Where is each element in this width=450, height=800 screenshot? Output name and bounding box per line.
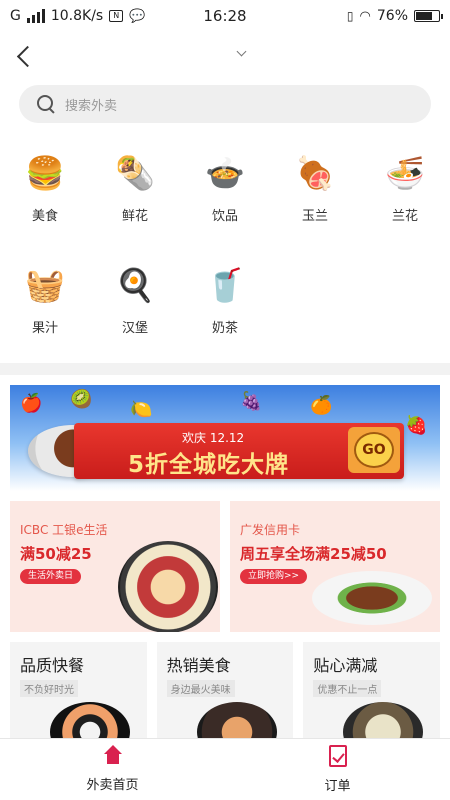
tab-label: 订单 [324, 779, 351, 794]
wifi-icon: ◠ [359, 8, 371, 24]
category-item[interactable]: 🧺 果汁 [0, 263, 90, 361]
steak-image [312, 571, 432, 625]
go-label: GO [354, 432, 394, 468]
category-item[interactable]: 🍳 汉堡 [90, 263, 180, 361]
feature-title: 热销美食 [166, 656, 231, 675]
promo-banner[interactable]: 🍎 🥝 🍋 🍇 🍊 🍓 欢庆 12.12 5折全城吃大牌 GO [10, 385, 440, 491]
banner-title: 5折全城吃大牌 [128, 452, 290, 478]
hotpot-icon: 🍲 [205, 154, 245, 192]
burger-icon: 🍔 [25, 154, 65, 192]
banner-subtitle: 欢庆 12.12 [182, 431, 245, 445]
category-label: 美食 [31, 209, 58, 224]
promo-button[interactable]: 立即抢购>> [240, 569, 308, 584]
tab-label: 外卖首页 [86, 778, 139, 793]
fruit-basket-icon: 🧺 [25, 266, 65, 304]
feature-subtitle: 不负好时光 [20, 680, 78, 697]
feature-card[interactable]: 贴心满减 优惠不止一点 [303, 642, 441, 752]
network-speed: 10.8K/s [50, 8, 104, 24]
carrier-label: G [10, 8, 21, 24]
search-bar[interactable]: 搜索外卖 [19, 85, 431, 123]
fruit-decoration-icon: 🍎 [20, 393, 43, 414]
promo-button[interactable]: 生活外卖日 [20, 569, 82, 584]
feature-card[interactable]: 热销美食 身边最火美味 [156, 642, 294, 752]
battery-percent: 76% [376, 8, 408, 24]
vibrate-icon: ▯ [346, 9, 354, 23]
fruit-decoration-icon: 🥝 [70, 389, 93, 410]
category-label: 汉堡 [121, 321, 148, 336]
section-divider [0, 363, 450, 375]
category-label: 兰花 [391, 209, 418, 224]
fruit-decoration-icon: 🍇 [240, 391, 263, 412]
back-icon[interactable] [14, 46, 36, 68]
status-bar: G 10.8K/s N 💬 16:28 ▯ ◠ 76% [0, 0, 450, 32]
category-item[interactable]: 🍲 饮品 [180, 151, 270, 249]
search-placeholder: 搜索外卖 [65, 98, 118, 114]
tab-home[interactable]: 外卖首页 [0, 739, 225, 800]
tab-orders[interactable]: 订单 [225, 739, 450, 800]
category-label: 奶茶 [211, 321, 238, 336]
promo-offer: 满50减25 [20, 545, 92, 563]
battery-icon [414, 10, 443, 22]
feature-subtitle: 身边最火美味 [166, 680, 235, 697]
meat-icon: 🍖 [295, 154, 335, 192]
category-label: 果汁 [31, 321, 58, 336]
home-icon [102, 745, 124, 766]
feature-cards: 品质快餐 不负好时光 热销美食 身边最火美味 贴心满减 优惠不止一点 [10, 642, 441, 752]
category-label: 饮品 [211, 209, 238, 224]
promo-card-cgb[interactable]: 广发信用卡 周五享全场满25减50 立即抢购>> [230, 501, 440, 632]
chat-icon: 💬 [129, 8, 146, 24]
category-item[interactable]: 🍜 兰花 [360, 151, 450, 249]
wrap-icon: 🌯 [115, 154, 155, 192]
go-button[interactable]: GO [348, 427, 400, 473]
promo-brand: ICBC 工银e生活 [20, 523, 108, 537]
promo-cards: ICBC 工银e生活 满50减25 生活外卖日 广发信用卡 周五享全场满25减5… [10, 501, 440, 632]
platter-image [118, 541, 218, 632]
category-label: 鲜花 [121, 209, 148, 224]
fruit-decoration-icon: 🍋 [130, 399, 153, 420]
feature-title: 贴心满减 [313, 656, 378, 675]
chevron-down-icon[interactable] [236, 48, 248, 60]
order-icon [328, 745, 347, 767]
header [0, 32, 450, 82]
promo-offer: 周五享全场满25减50 [240, 545, 387, 563]
category-item[interactable]: 🍖 玉兰 [270, 151, 360, 249]
promo-brand: 广发信用卡 [240, 523, 301, 537]
promo-card-icbc[interactable]: ICBC 工银e生活 满50减25 生活外卖日 [10, 501, 220, 632]
category-label: 玉兰 [301, 209, 328, 224]
feature-subtitle: 优惠不止一点 [313, 680, 382, 697]
signal-icon [26, 9, 45, 23]
fruit-decoration-icon: 🍊 [310, 395, 333, 416]
feature-card[interactable]: 品质快餐 不负好时光 [10, 642, 147, 752]
search-icon [37, 95, 55, 113]
notification-icon: N [109, 10, 124, 22]
category-item[interactable]: 🍔 美食 [0, 151, 90, 249]
milkshake-icon: 🥤 [205, 266, 245, 304]
category-item[interactable]: 🥤 奶茶 [180, 263, 270, 361]
category-item[interactable]: 🌯 鲜花 [90, 151, 180, 249]
tab-bar: 外卖首页 订单 [0, 738, 450, 800]
category-grid: 🍔 美食 🌯 鲜花 🍲 饮品 🍖 玉兰 🍜 兰花 🧺 果汁 🍳 汉堡 🥤 奶茶 [0, 123, 450, 361]
noodle-bowl-icon: 🍜 [385, 154, 425, 192]
bibimbap-icon: 🍳 [115, 266, 155, 304]
feature-title: 品质快餐 [20, 656, 85, 675]
fruit-decoration-icon: 🍓 [405, 415, 428, 436]
